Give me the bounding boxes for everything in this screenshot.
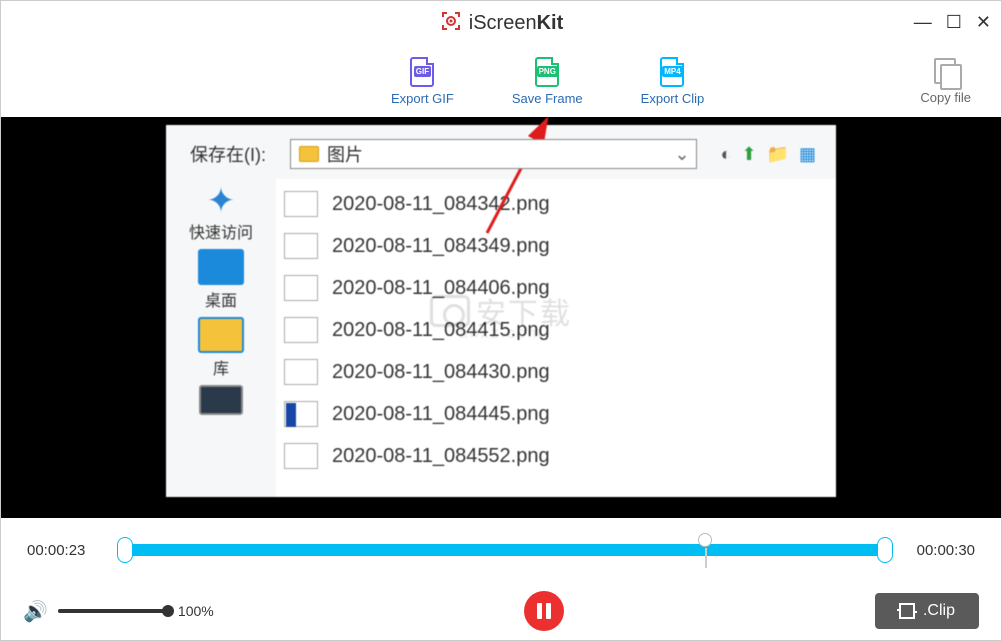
- clip-button[interactable]: .Clip: [875, 593, 979, 629]
- clip-button-label: .Clip: [923, 602, 955, 620]
- close-button[interactable]: ✕: [976, 13, 991, 31]
- bottom-bar: 🔊 100% .Clip: [1, 582, 1001, 640]
- range-end-handle[interactable]: [877, 537, 893, 563]
- camera-icon: [430, 295, 470, 327]
- file-icon: [284, 401, 318, 427]
- video-preview[interactable]: 保存在(I): 图片 ⌄ ◐ ⬆ 📁 ▦ ✦快速访问 桌面 库 2020-08-…: [1, 117, 1001, 518]
- sidebar-computer[interactable]: [199, 385, 243, 417]
- sidebar-library[interactable]: 库: [198, 317, 244, 379]
- timeline-track[interactable]: [117, 541, 885, 559]
- timeline-selection: [125, 544, 885, 556]
- list-item[interactable]: 2020-08-11_084342.png: [276, 183, 836, 225]
- toolbar: GIF Export GIF PNG Save Frame MP4 Export…: [1, 45, 1001, 117]
- export-gif-label: Export GIF: [391, 91, 454, 106]
- new-folder-icon[interactable]: 📁: [767, 144, 789, 165]
- export-clip-button[interactable]: MP4 Export Clip: [641, 57, 705, 106]
- folder-combo[interactable]: 图片 ⌄: [290, 139, 697, 169]
- library-icon: [198, 317, 244, 353]
- png-icon: PNG: [535, 57, 559, 87]
- app-title-prefix: iScreen: [469, 12, 537, 34]
- app-title-wrap: iScreenKit: [439, 9, 563, 38]
- gif-icon: GIF: [410, 57, 434, 87]
- chevron-down-icon: ⌄: [675, 144, 690, 165]
- current-time: 00:00:23: [27, 542, 97, 559]
- export-gif-button[interactable]: GIF Export GIF: [391, 57, 454, 106]
- maximize-button[interactable]: ☐: [946, 13, 962, 31]
- copy-icon: [934, 58, 958, 86]
- save-frame-button[interactable]: PNG Save Frame: [512, 57, 583, 106]
- computer-icon: [199, 385, 243, 415]
- sidebar-desktop[interactable]: 桌面: [198, 249, 244, 311]
- desktop-icon: [198, 249, 244, 285]
- pause-button[interactable]: [524, 591, 564, 631]
- dialog-sidebar: ✦快速访问 桌面 库: [166, 179, 276, 497]
- folder-icon: [299, 146, 319, 162]
- export-clip-label: Export Clip: [641, 91, 705, 106]
- app-title-suffix: Kit: [537, 12, 564, 34]
- timeline: 00:00:23 00:00:30: [1, 518, 1001, 582]
- pause-icon: [537, 603, 551, 619]
- app-logo-icon: [439, 9, 463, 38]
- preview-frame-content: 保存在(I): 图片 ⌄ ◐ ⬆ 📁 ▦ ✦快速访问 桌面 库 2020-08-…: [166, 125, 836, 497]
- speaker-icon[interactable]: 🔊: [23, 599, 48, 624]
- window-controls: — ☐ ✕: [914, 13, 991, 31]
- list-item[interactable]: 2020-08-11_084445.png: [276, 393, 836, 435]
- list-item[interactable]: 2020-08-11_084552.png: [276, 435, 836, 477]
- watermark: 安下载 anxz.com: [430, 289, 572, 333]
- save-in-label: 保存在(I):: [190, 141, 266, 167]
- sidebar-quick-access[interactable]: ✦快速访问: [189, 183, 253, 243]
- file-icon: [284, 233, 318, 259]
- minimize-button[interactable]: —: [914, 13, 932, 31]
- total-time: 00:00:30: [905, 542, 975, 559]
- file-icon: [284, 275, 318, 301]
- copy-file-button[interactable]: Copy file: [920, 58, 971, 105]
- app-title: iScreenKit: [469, 12, 563, 35]
- range-start-handle[interactable]: [117, 537, 133, 563]
- playhead[interactable]: [698, 533, 712, 547]
- mp4-icon: MP4: [660, 57, 684, 87]
- list-item[interactable]: 2020-08-11_084430.png: [276, 351, 836, 393]
- view-icon[interactable]: ▦: [799, 144, 816, 165]
- save-frame-label: Save Frame: [512, 91, 583, 106]
- star-icon: ✦: [207, 183, 236, 219]
- volume-control: 🔊 100%: [23, 599, 214, 624]
- copy-file-label: Copy file: [920, 90, 971, 105]
- folder-combo-value: 图片: [327, 141, 363, 167]
- title-bar: iScreenKit — ☐ ✕: [1, 1, 1001, 45]
- volume-slider[interactable]: [58, 609, 168, 613]
- file-icon: [284, 317, 318, 343]
- file-icon: [284, 191, 318, 217]
- file-icon: [284, 359, 318, 385]
- volume-percent: 100%: [178, 603, 214, 619]
- crop-icon: [899, 603, 915, 619]
- file-icon: [284, 443, 318, 469]
- back-icon[interactable]: ◐: [721, 144, 732, 165]
- up-icon[interactable]: ⬆: [741, 144, 756, 165]
- list-item[interactable]: 2020-08-11_084349.png: [276, 225, 836, 267]
- file-list: 2020-08-11_084342.png 2020-08-11_084349.…: [276, 179, 836, 497]
